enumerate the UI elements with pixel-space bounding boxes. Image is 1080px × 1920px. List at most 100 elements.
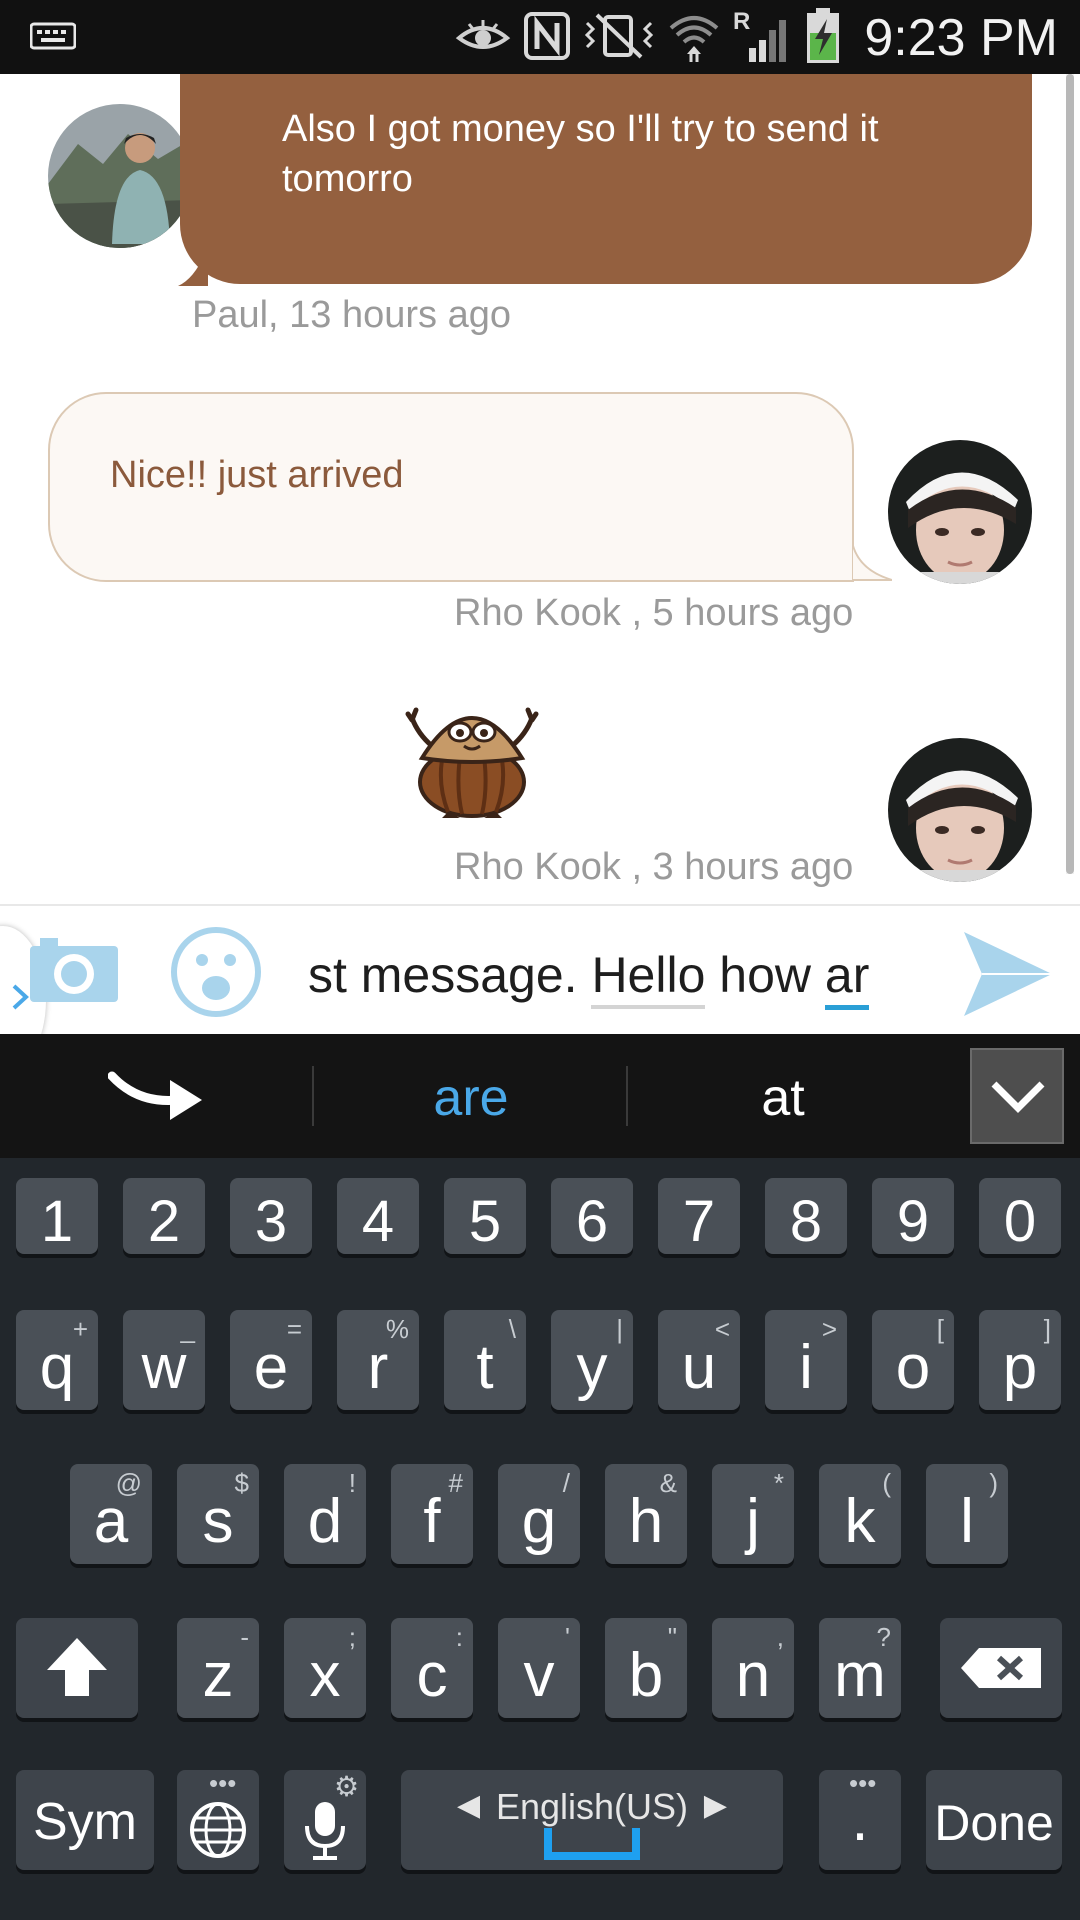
message-meta: Rho Kook , 5 hours ago (454, 592, 854, 634)
key-5[interactable]: 5 (444, 1178, 526, 1254)
key-l[interactable]: l) (926, 1464, 1008, 1564)
chevron-right-icon: ▶ (703, 1789, 727, 1822)
key-i[interactable]: i > (765, 1310, 847, 1410)
key-3[interactable]: 3 (230, 1178, 312, 1254)
suggestion-item[interactable]: are (346, 1068, 596, 1128)
key-n[interactable]: n, (712, 1618, 794, 1718)
message-composer: st message. Hello how ar (0, 904, 1080, 1074)
backspace-key[interactable] (940, 1618, 1062, 1718)
key-q[interactable]: q + (16, 1310, 98, 1410)
key-secondary-label: + (72, 1314, 88, 1344)
microphone-icon (305, 1802, 345, 1860)
key-secondary-label: % (385, 1314, 409, 1344)
key-secondary-label: > (821, 1314, 837, 1344)
key-secondary-label: ' (565, 1622, 570, 1652)
bubble-tail (852, 542, 892, 581)
key-r[interactable]: r% (337, 1310, 419, 1410)
key-y[interactable]: y | (551, 1310, 633, 1410)
key-a[interactable]: a @ (70, 1464, 152, 1564)
chat-thread[interactable]: Also I got money so I'll try to send it … (0, 74, 1080, 904)
key-secondary-label: ) (989, 1468, 998, 1498)
divider (626, 1066, 628, 1126)
nfc-icon (523, 11, 571, 66)
voice-input-key[interactable]: ⚙ (284, 1770, 366, 1870)
key-m[interactable]: m? (819, 1618, 901, 1718)
key-2[interactable]: 2 (123, 1178, 205, 1254)
avatar-rho-kook[interactable] (888, 738, 1032, 882)
key-6[interactable]: 6 (551, 1178, 633, 1254)
key-j[interactable]: j * (712, 1464, 794, 1564)
suggestion-item[interactable]: at (658, 1068, 908, 1128)
key-label: 9 (896, 1189, 930, 1254)
swipe-arrow-icon[interactable] (107, 1064, 208, 1129)
input-word-underlined: Hello (591, 947, 706, 1009)
key-secondary-label: * (773, 1468, 784, 1498)
key-secondary-label: : (455, 1622, 463, 1652)
key-4[interactable]: 4 (337, 1178, 419, 1254)
vibrate-mute-icon (583, 11, 655, 66)
key-secondary-label: , (776, 1622, 784, 1652)
message-meta: Paul, 13 hours ago (192, 294, 512, 336)
acorn-sticker[interactable] (398, 696, 546, 818)
key-label: Done (934, 1795, 1054, 1851)
key-b[interactable]: b " (605, 1618, 687, 1718)
key-c[interactable]: c: (391, 1618, 473, 1718)
send-icon[interactable] (962, 930, 1054, 1023)
key-secondary-label: _ (180, 1314, 195, 1344)
key-secondary-label: $ (234, 1468, 249, 1498)
sym-key[interactable]: Sym (16, 1770, 154, 1870)
key-secondary-label: ! (348, 1468, 356, 1498)
key-8[interactable]: 8 (765, 1178, 847, 1254)
key-secondary-label: - (240, 1622, 249, 1652)
key-v[interactable]: v ' (498, 1618, 580, 1718)
keyboard-icon (29, 22, 77, 55)
battery-charging-icon (805, 7, 841, 70)
key-secondary-label: # (448, 1468, 463, 1498)
key-s[interactable]: s $ (177, 1464, 259, 1564)
key-p[interactable]: p] (979, 1310, 1061, 1410)
backspace-icon (961, 1648, 1041, 1688)
eye-icon (455, 16, 511, 61)
avatar-rho-kook[interactable] (888, 440, 1032, 584)
shift-key[interactable] (16, 1618, 138, 1718)
key-h[interactable]: h & (605, 1464, 687, 1564)
key-f[interactable]: f # (391, 1464, 473, 1564)
key-o[interactable]: o[ (872, 1310, 954, 1410)
period-key[interactable]: . ••• (819, 1768, 901, 1870)
key-label: 3 (254, 1189, 288, 1254)
suggestion-bar: are at (0, 1034, 1080, 1158)
key-g[interactable]: g / (498, 1464, 580, 1564)
key-e[interactable]: e = (230, 1310, 312, 1410)
key-1[interactable]: 1 (16, 1178, 98, 1254)
key-z[interactable]: z- (177, 1618, 259, 1718)
key-t[interactable]: t \ (444, 1310, 526, 1410)
done-key[interactable]: Done (926, 1770, 1062, 1870)
key-label: 2 (147, 1189, 181, 1254)
key-label: 7 (682, 1189, 716, 1254)
avatar-paul[interactable] (48, 104, 192, 248)
language-key[interactable]: ••• (177, 1768, 259, 1870)
emoji-icon[interactable] (170, 926, 262, 1023)
status-bar: R 9:23 PM (0, 0, 1080, 74)
key-x[interactable]: x; (284, 1618, 366, 1718)
divider (312, 1066, 314, 1126)
message-input[interactable]: st message. Hello how ar (308, 946, 870, 1010)
key-secondary-label: ( (882, 1468, 891, 1498)
key-label: 8 (789, 1189, 823, 1254)
gear-icon: ⚙ (334, 1771, 360, 1802)
key-w[interactable]: w _ (123, 1310, 205, 1410)
space-key[interactable]: ◀ English(US) ▶ (401, 1770, 783, 1870)
key-0[interactable]: 0 (979, 1178, 1061, 1254)
key-k[interactable]: k( (819, 1464, 901, 1564)
camera-icon[interactable] (30, 934, 120, 1009)
key-9[interactable]: 9 (872, 1178, 954, 1254)
bubble-tail (178, 246, 208, 286)
scrollbar[interactable] (1066, 74, 1074, 874)
key-u[interactable]: u < (658, 1310, 740, 1410)
input-text: how (705, 947, 825, 1003)
key-label: 4 (361, 1189, 395, 1254)
key-label: 5 (468, 1189, 502, 1254)
key-d[interactable]: d! (284, 1464, 366, 1564)
key-7[interactable]: 7 (658, 1178, 740, 1254)
collapse-suggestions-button[interactable] (970, 1048, 1064, 1144)
